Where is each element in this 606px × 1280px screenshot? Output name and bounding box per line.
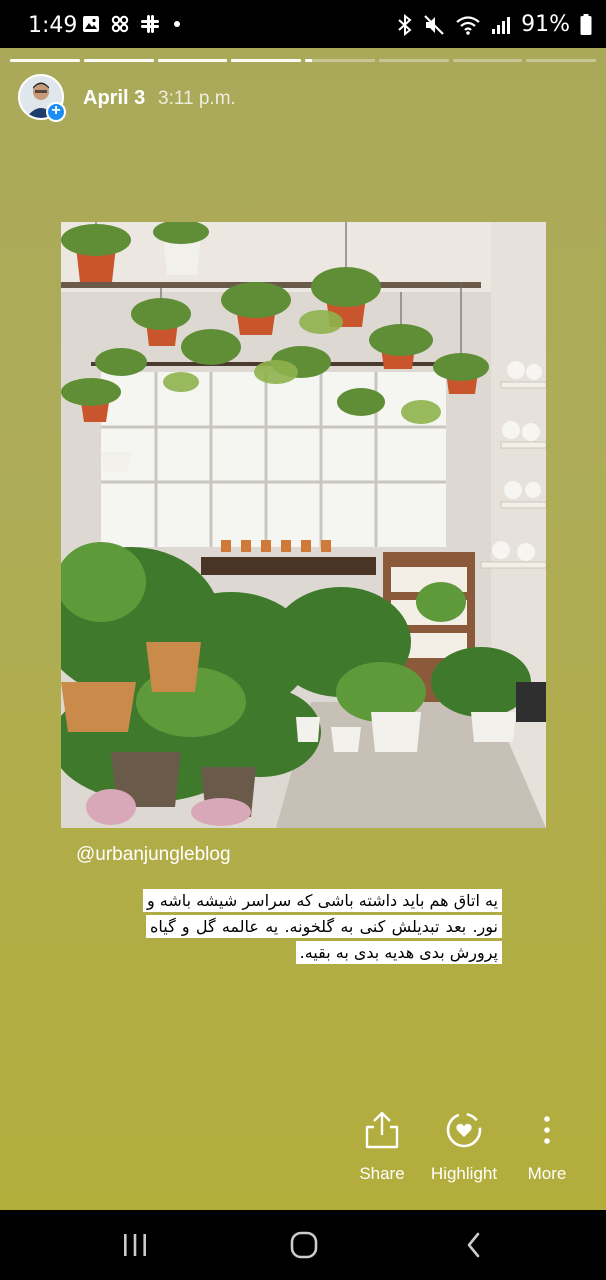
battery-icon [580,13,592,35]
progress-segment [10,59,80,62]
progress-segment [452,59,523,62]
share-label: Share [359,1164,405,1183]
bluetooth-icon [398,13,412,36]
highlight-label: Highlight [430,1164,498,1183]
back-icon [467,1232,480,1258]
status-time: 1:49 [28,13,78,38]
story-viewer[interactable]: + April 3 3:11 p.m. @urbanjungleblog یه … [0,48,606,1210]
story-photo [61,222,546,828]
more-button[interactable]: More [502,1106,592,1184]
progress-segment [83,59,154,62]
progress-segment [378,59,449,62]
recent-apps-icon [124,1234,146,1256]
more-label: More [527,1164,567,1183]
dot-icon [174,21,180,27]
mute-icon [424,14,444,35]
slack-icon [141,15,159,33]
progress-segment [231,59,301,62]
notification-icons [82,14,184,34]
share-button[interactable]: Share [337,1106,427,1184]
story-actions: Share Highlight More [0,1106,606,1196]
home-icon [290,1231,318,1259]
pinwheel-icon [111,15,129,33]
battery-percent: 91% [521,12,570,37]
highlight-button[interactable]: Highlight [419,1106,509,1184]
add-story-icon[interactable]: + [46,102,66,122]
story-date: April 3 [83,87,146,109]
home-button[interactable] [284,1228,324,1262]
recent-apps-button[interactable] [115,1228,155,1262]
wifi-icon [456,15,480,35]
gallery-icon [83,16,99,32]
caption-text: یه اتاق هم باید داشته باشی که سراسر شیشه… [142,889,502,964]
progress-segment [157,59,228,62]
story-caption: یه اتاق هم باید داشته باشی که سراسر شیشه… [142,888,502,966]
highlight-icon [446,1112,482,1148]
system-nav-bar [0,1210,606,1280]
share-icon [365,1111,399,1149]
story-progress [10,59,596,62]
back-button[interactable] [454,1228,494,1262]
signal-icon [492,16,511,34]
story-time: 3:11 p.m. [158,88,236,109]
status-bar: 1:49 91% [0,0,606,48]
more-icon [544,1116,550,1144]
photo-credit: @urbanjungleblog [76,844,231,865]
progress-segment [526,59,596,62]
progress-segment-current [305,59,375,62]
